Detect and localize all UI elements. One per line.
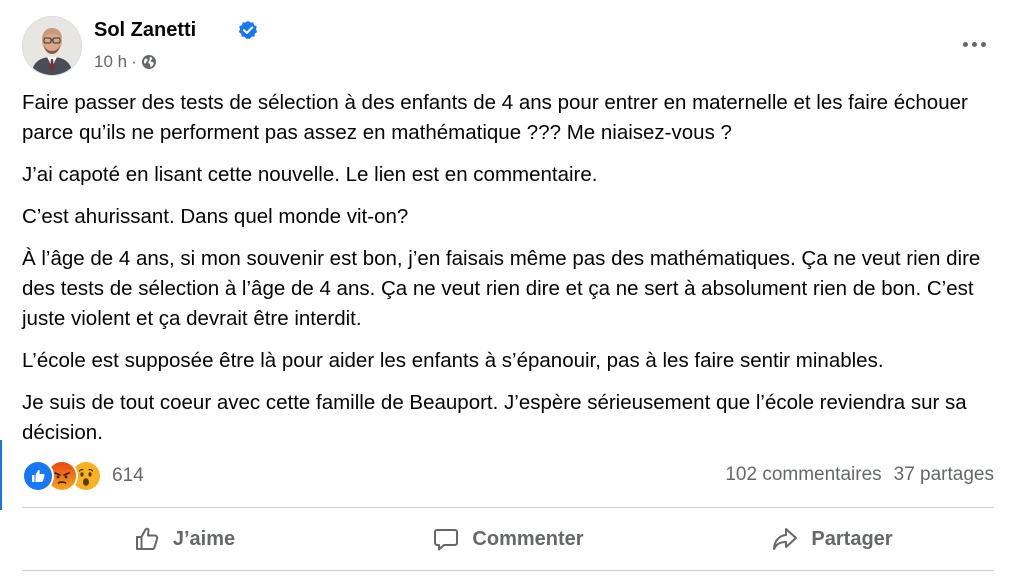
post-text: Faire passer des tests de sélection à de…: [22, 88, 997, 460]
post-paragraph: J’ai capoté en lisant cette nouvelle. Le…: [22, 163, 598, 186]
share-button[interactable]: Partager: [670, 510, 994, 568]
profile-photo: [23, 17, 81, 75]
post-paragraph: C’est ahurissant. Dans quel monde vit-on…: [22, 205, 409, 228]
more-dot-icon: [980, 41, 986, 47]
avatar[interactable]: [22, 16, 82, 76]
comment-label: Commenter: [472, 527, 584, 550]
share-arrow-icon: [773, 528, 798, 550]
share-label: Partager: [811, 527, 893, 550]
engagement-stats: 102 commentaires 37 partages: [725, 464, 994, 486]
timestamp[interactable]: 10 h: [94, 52, 127, 72]
reactions-summary[interactable]: 614: [22, 460, 144, 492]
reaction-count: 614: [112, 465, 144, 486]
more-options-button[interactable]: [956, 26, 992, 62]
more-dot-icon: [971, 41, 977, 47]
verified-badge-icon: [238, 20, 258, 39]
post-action-bar: J’aime Commenter Partager: [22, 510, 994, 568]
more-dot-icon: [962, 41, 968, 47]
actions-divider-bottom: [22, 570, 994, 571]
comment-button[interactable]: Commenter: [346, 510, 670, 568]
like-icon: [22, 460, 54, 492]
shares-count-link[interactable]: 37 partages: [894, 464, 994, 486]
post-paragraph: L’école est supposée être là pour aider …: [22, 349, 884, 372]
author-name[interactable]: Sol Zanetti: [94, 19, 196, 42]
left-accent-rule: [0, 440, 2, 510]
thumbs-up-icon: [135, 527, 159, 550]
post-paragraph: Faire passer des tests de sélection à de…: [22, 91, 968, 144]
meta-separator: ·: [131, 52, 137, 71]
post-paragraph: Je suis de tout coeur avec cette famille…: [22, 391, 967, 444]
like-button[interactable]: J’aime: [22, 510, 346, 568]
actions-divider-top: [22, 507, 994, 508]
like-label: J’aime: [172, 527, 236, 550]
post-paragraph: À l’âge de 4 ans, si mon souvenir est bo…: [22, 247, 981, 330]
post-meta: 10 h ·: [94, 52, 157, 72]
globe-icon: [141, 55, 156, 69]
comments-count-link[interactable]: 102 commentaires: [725, 464, 881, 486]
post-header: Sol Zanetti 10 h ·: [22, 16, 996, 80]
comment-bubble-icon: [434, 529, 459, 551]
